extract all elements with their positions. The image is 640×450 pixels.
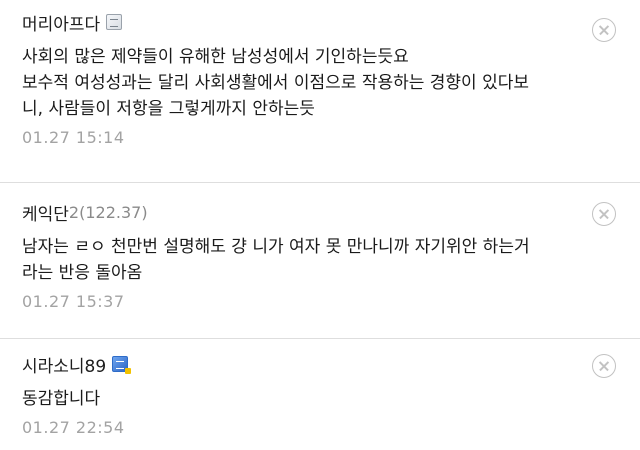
comment-item: 머리아프다 사회의 많은 제약들이 유해한 남성성에서 기인하는듯요 보수적 여… xyxy=(0,8,640,147)
circle-x-icon[interactable] xyxy=(592,354,616,378)
circle-x-icon[interactable] xyxy=(592,18,616,42)
divider xyxy=(0,338,640,339)
comment-header: 머리아프다 xyxy=(22,8,618,36)
comment-line: 사회의 많은 제약들이 유해한 남성성에서 기인하는듯요 xyxy=(22,47,409,67)
comment-header: 시라소니89 xyxy=(22,350,618,378)
fixed-nick-badge-icon xyxy=(112,356,132,374)
comment-line: 라는 반응 돌아옴 xyxy=(22,263,143,283)
comment-item: 시라소니89 동감합니다 01.27 22:54 xyxy=(0,350,640,437)
author-ip: 2(122.37) xyxy=(68,202,148,222)
divider xyxy=(0,182,640,183)
comment-timestamp: 01.27 22:54 xyxy=(22,418,125,437)
comment-timestamp: 01.27 15:14 xyxy=(22,128,125,147)
comment-line: 남자는 ㄹㅇ 천만번 설명해도 걍 니가 여자 못 만나니까 자기위안 하는거 xyxy=(22,237,530,257)
comment-line: 보수적 여성성과는 달리 사회생활에서 이점으로 작용하는 경향이 있다보 xyxy=(22,73,530,93)
badge-dot xyxy=(125,368,132,374)
comment-timestamp: 01.27 15:37 xyxy=(22,292,125,311)
author-name[interactable]: 머리아프다 xyxy=(22,10,100,35)
author-name[interactable]: 케익단 xyxy=(22,200,69,225)
comment-header: 케익단 2(122.37) xyxy=(22,198,618,226)
comment-line: 니, 사람들이 저항을 그렇게까지 안하는듯 xyxy=(22,99,315,119)
circle-x-icon[interactable] xyxy=(592,202,616,226)
comment-line: 동감합니다 xyxy=(22,389,101,409)
comment-body: 사회의 많은 제약들이 유해한 남성성에서 기인하는듯요 보수적 여성성과는 달… xyxy=(22,44,618,122)
author-name[interactable]: 시라소니89 xyxy=(22,352,106,377)
comment-item: 케익단 2(122.37) 남자는 ㄹㅇ 천만번 설명해도 걍 니가 여자 못 … xyxy=(0,198,640,312)
comment-body: 동감합니다 xyxy=(22,386,618,412)
comment-body: 남자는 ㄹㅇ 천만번 설명해도 걍 니가 여자 못 만나니까 자기위안 하는거 … xyxy=(22,234,618,286)
memo-badge-icon xyxy=(106,14,123,30)
